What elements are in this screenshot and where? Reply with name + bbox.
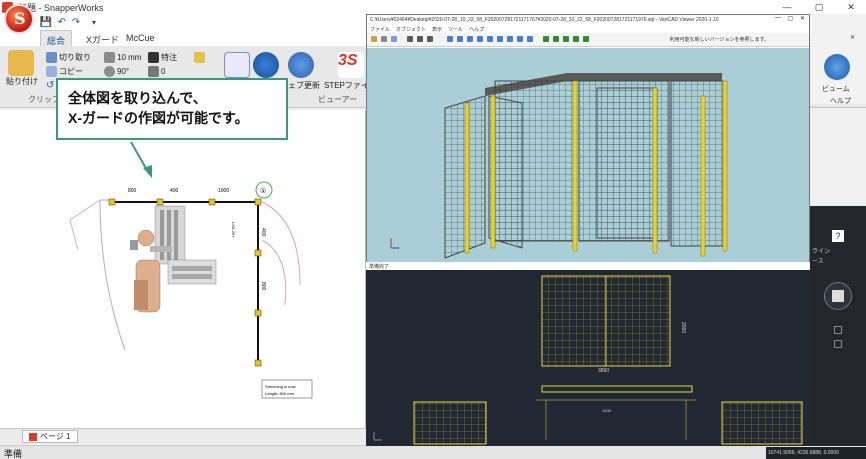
view-icon[interactable] — [517, 36, 523, 42]
pan-icon[interactable] — [834, 326, 842, 334]
cad-2d-drawing: 2000 3890 1000 — [373, 275, 803, 445]
secondary-ribbon: ビューム ヘルプ ✕ — [810, 14, 866, 105]
zoom-icon[interactable] — [583, 36, 589, 42]
back-panel — [494, 80, 576, 242]
view-icon[interactable] — [497, 36, 503, 42]
varicad-title: C:¥Users¥02464¥Desktop¥2020-07-28_10_22_… — [370, 17, 719, 23]
help-icon[interactable]: ? — [832, 230, 844, 242]
menu-object[interactable]: オブジェクト — [396, 26, 426, 33]
dimension-800-right: 800 — [260, 282, 266, 291]
zoom-icon[interactable] — [563, 36, 569, 42]
menu-file[interactable]: ファイル — [370, 26, 390, 33]
post — [464, 102, 470, 254]
zoom-icon[interactable] — [543, 36, 549, 42]
dimension-3890: 3890 — [598, 368, 609, 374]
viewcube-icon[interactable] — [832, 290, 844, 302]
cad-side-panel: ? ライン ース — [810, 206, 866, 446]
left-elevation — [413, 401, 487, 445]
center-panel — [596, 87, 658, 239]
callout-box: 全体図を取り込んで、 X-ガードの作図が可能です。 — [56, 78, 288, 140]
menu-tools[interactable]: ツール — [448, 26, 463, 33]
minimize-button[interactable]: — — [776, 0, 798, 14]
line-label: ライン — [812, 249, 831, 255]
guard-3d-model — [390, 73, 728, 259]
vc-minimize-button[interactable]: — — [775, 15, 781, 21]
swing-arc-left — [99, 199, 126, 351]
open-icon[interactable] — [371, 36, 377, 42]
zoom-tool-icon[interactable] — [834, 340, 842, 348]
varicad-3d-viewport[interactable] — [367, 48, 809, 267]
view-icon[interactable] — [477, 36, 483, 42]
robot-equipment — [130, 205, 217, 313]
menu-help[interactable]: ヘルプ — [469, 26, 484, 33]
right-panel — [670, 80, 724, 247]
status-text: 準備 — [4, 449, 23, 459]
post — [652, 87, 658, 254]
varicad-toolbar: 利用可能な新しいバージョンを参照します。 — [367, 33, 809, 47]
help-label: ヘルプ — [830, 98, 851, 105]
reach-line — [69, 199, 101, 251]
maximize-button[interactable]: ▢ — [808, 0, 830, 14]
callout-line2: X-ガードの作図が可能です。 — [68, 110, 249, 126]
close-x-icon[interactable]: ✕ — [850, 34, 855, 41]
view-icon[interactable] — [527, 36, 533, 42]
varicad-status: 準備完了 — [366, 262, 810, 270]
view-icon[interactable] — [507, 36, 513, 42]
status-bar: 準備 — [0, 445, 866, 459]
zoom-label: ビューム — [822, 86, 850, 93]
coordinate-readout: 10741.9059, 4236.6888, 0.0000 — [766, 447, 866, 459]
menu-view[interactable]: 表示 — [432, 26, 442, 33]
tool-icon[interactable] — [417, 36, 423, 42]
page-tab-bar: ページ 1 — [0, 428, 366, 444]
note-line1: Stretching is now — [265, 384, 296, 389]
post — [254, 359, 262, 367]
tool-icon[interactable] — [407, 36, 413, 42]
view-icon[interactable] — [447, 36, 453, 42]
zoom-icon[interactable] — [824, 54, 850, 80]
print-icon[interactable] — [381, 36, 387, 42]
version-note[interactable]: 利用可能な新しいバージョンを参照します。 — [670, 36, 769, 43]
post — [572, 80, 578, 252]
view-icon[interactable] — [457, 36, 463, 42]
save-icon[interactable] — [391, 36, 397, 42]
part-label: LXX-25+ — [231, 222, 236, 238]
post — [700, 95, 706, 257]
close-button[interactable]: ✕ — [840, 0, 862, 14]
base-label: ース — [812, 259, 824, 265]
view-icon[interactable] — [487, 36, 493, 42]
note-line2: Length: 800 mm — [265, 391, 295, 396]
cad-2d-view[interactable]: 2000 3890 1000 — [366, 270, 810, 446]
tool-icon[interactable] — [427, 36, 433, 42]
page-tab[interactable]: ページ 1 — [22, 430, 78, 443]
dimension-2000: 2000 — [680, 322, 686, 333]
post — [490, 95, 496, 249]
right-elevation — [721, 401, 803, 445]
dimension-400-side: 400 — [260, 228, 266, 237]
vc-close-button[interactable]: ✕ — [800, 15, 805, 22]
dimension-1000: 1000 — [602, 408, 612, 413]
vc-maximize-button[interactable]: ▢ — [787, 15, 793, 22]
post — [254, 249, 262, 257]
swing-arc-right2 — [261, 239, 287, 306]
varicad-window: C:¥Users¥02464¥Desktop¥2020-07-28_10_22_… — [366, 14, 810, 268]
page-icon — [29, 432, 37, 441]
post — [254, 309, 262, 317]
varicad-menu: ファイル オブジェクト 表示 ツール ヘルプ — [367, 25, 809, 33]
view-icon[interactable] — [467, 36, 473, 42]
post — [722, 80, 728, 252]
zoom-icon[interactable] — [553, 36, 559, 42]
page-tab-label: ページ 1 — [40, 432, 71, 441]
callout-line1: 全体図を取り込んで、 — [68, 90, 207, 106]
plan-view — [541, 385, 693, 393]
zoom-icon[interactable] — [573, 36, 579, 42]
